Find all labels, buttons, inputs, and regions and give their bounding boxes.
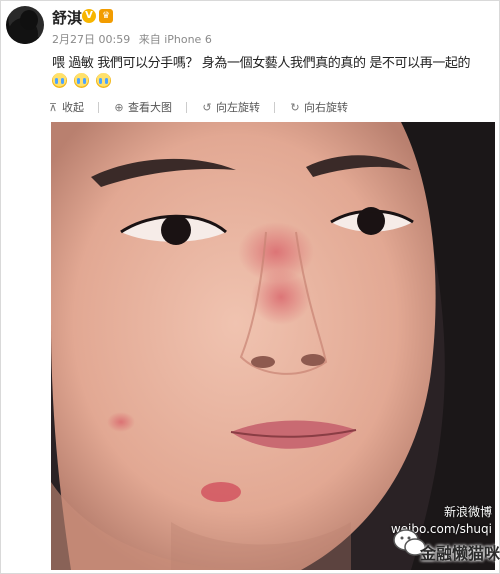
wechat-account-watermark: 金融懒猫咪 <box>420 544 500 563</box>
post-text: 喂 過敏 我們可以分手嗎？ 身為一個女藝人我們真的真的 是不可以再一起的 <box>52 56 471 71</box>
post-photo[interactable] <box>51 122 495 570</box>
collapse-arrow-icon: ⊼ <box>48 100 58 114</box>
crying-face-icon <box>96 73 112 88</box>
rotate-left-icon: ↺ <box>202 100 212 114</box>
avatar[interactable] <box>6 6 44 44</box>
rotate-right-label: 向右旋转 <box>304 101 348 114</box>
verified-badge-icon: V <box>82 9 96 23</box>
rotate-right-button[interactable]: ↻ 向右旋转 <box>289 99 348 115</box>
rotate-left-button[interactable]: ↺ 向左旋转 <box>201 99 260 115</box>
weibo-watermark: 新浪微博 <box>443 505 492 519</box>
member-crown-icon: ♛ <box>99 9 113 23</box>
toolbar-divider <box>186 101 187 113</box>
toolbar-divider <box>274 101 275 113</box>
crying-face-icon <box>52 73 67 88</box>
collapse-button[interactable]: ⊼ 收起 <box>47 99 84 115</box>
zoom-icon: ⊕ <box>114 100 124 114</box>
post-meta: 2月27日 00:59 来自 iPhone 6 <box>52 31 217 47</box>
view-large-label: 查看大图 <box>128 101 172 114</box>
image-toolbar: ⊼ 收起 ⊕ 查看大图 ↺ 向左旋转 ↻ 向右旋转 <box>47 97 362 117</box>
selfie-illustration <box>51 122 495 570</box>
collapse-label: 收起 <box>62 101 84 114</box>
toolbar-divider <box>98 101 99 113</box>
rotate-left-label: 向左旋转 <box>216 101 260 114</box>
rotate-right-icon: ↻ <box>290 100 300 114</box>
post-source: 来自 iPhone 6 <box>138 33 212 46</box>
crying-face-icon <box>74 73 90 88</box>
author-name[interactable]: 舒淇 <box>52 7 82 28</box>
view-large-button[interactable]: ⊕ 查看大图 <box>113 99 172 115</box>
post-date[interactable]: 2月27日 00:59 <box>52 33 130 46</box>
emoji-row <box>52 73 113 89</box>
